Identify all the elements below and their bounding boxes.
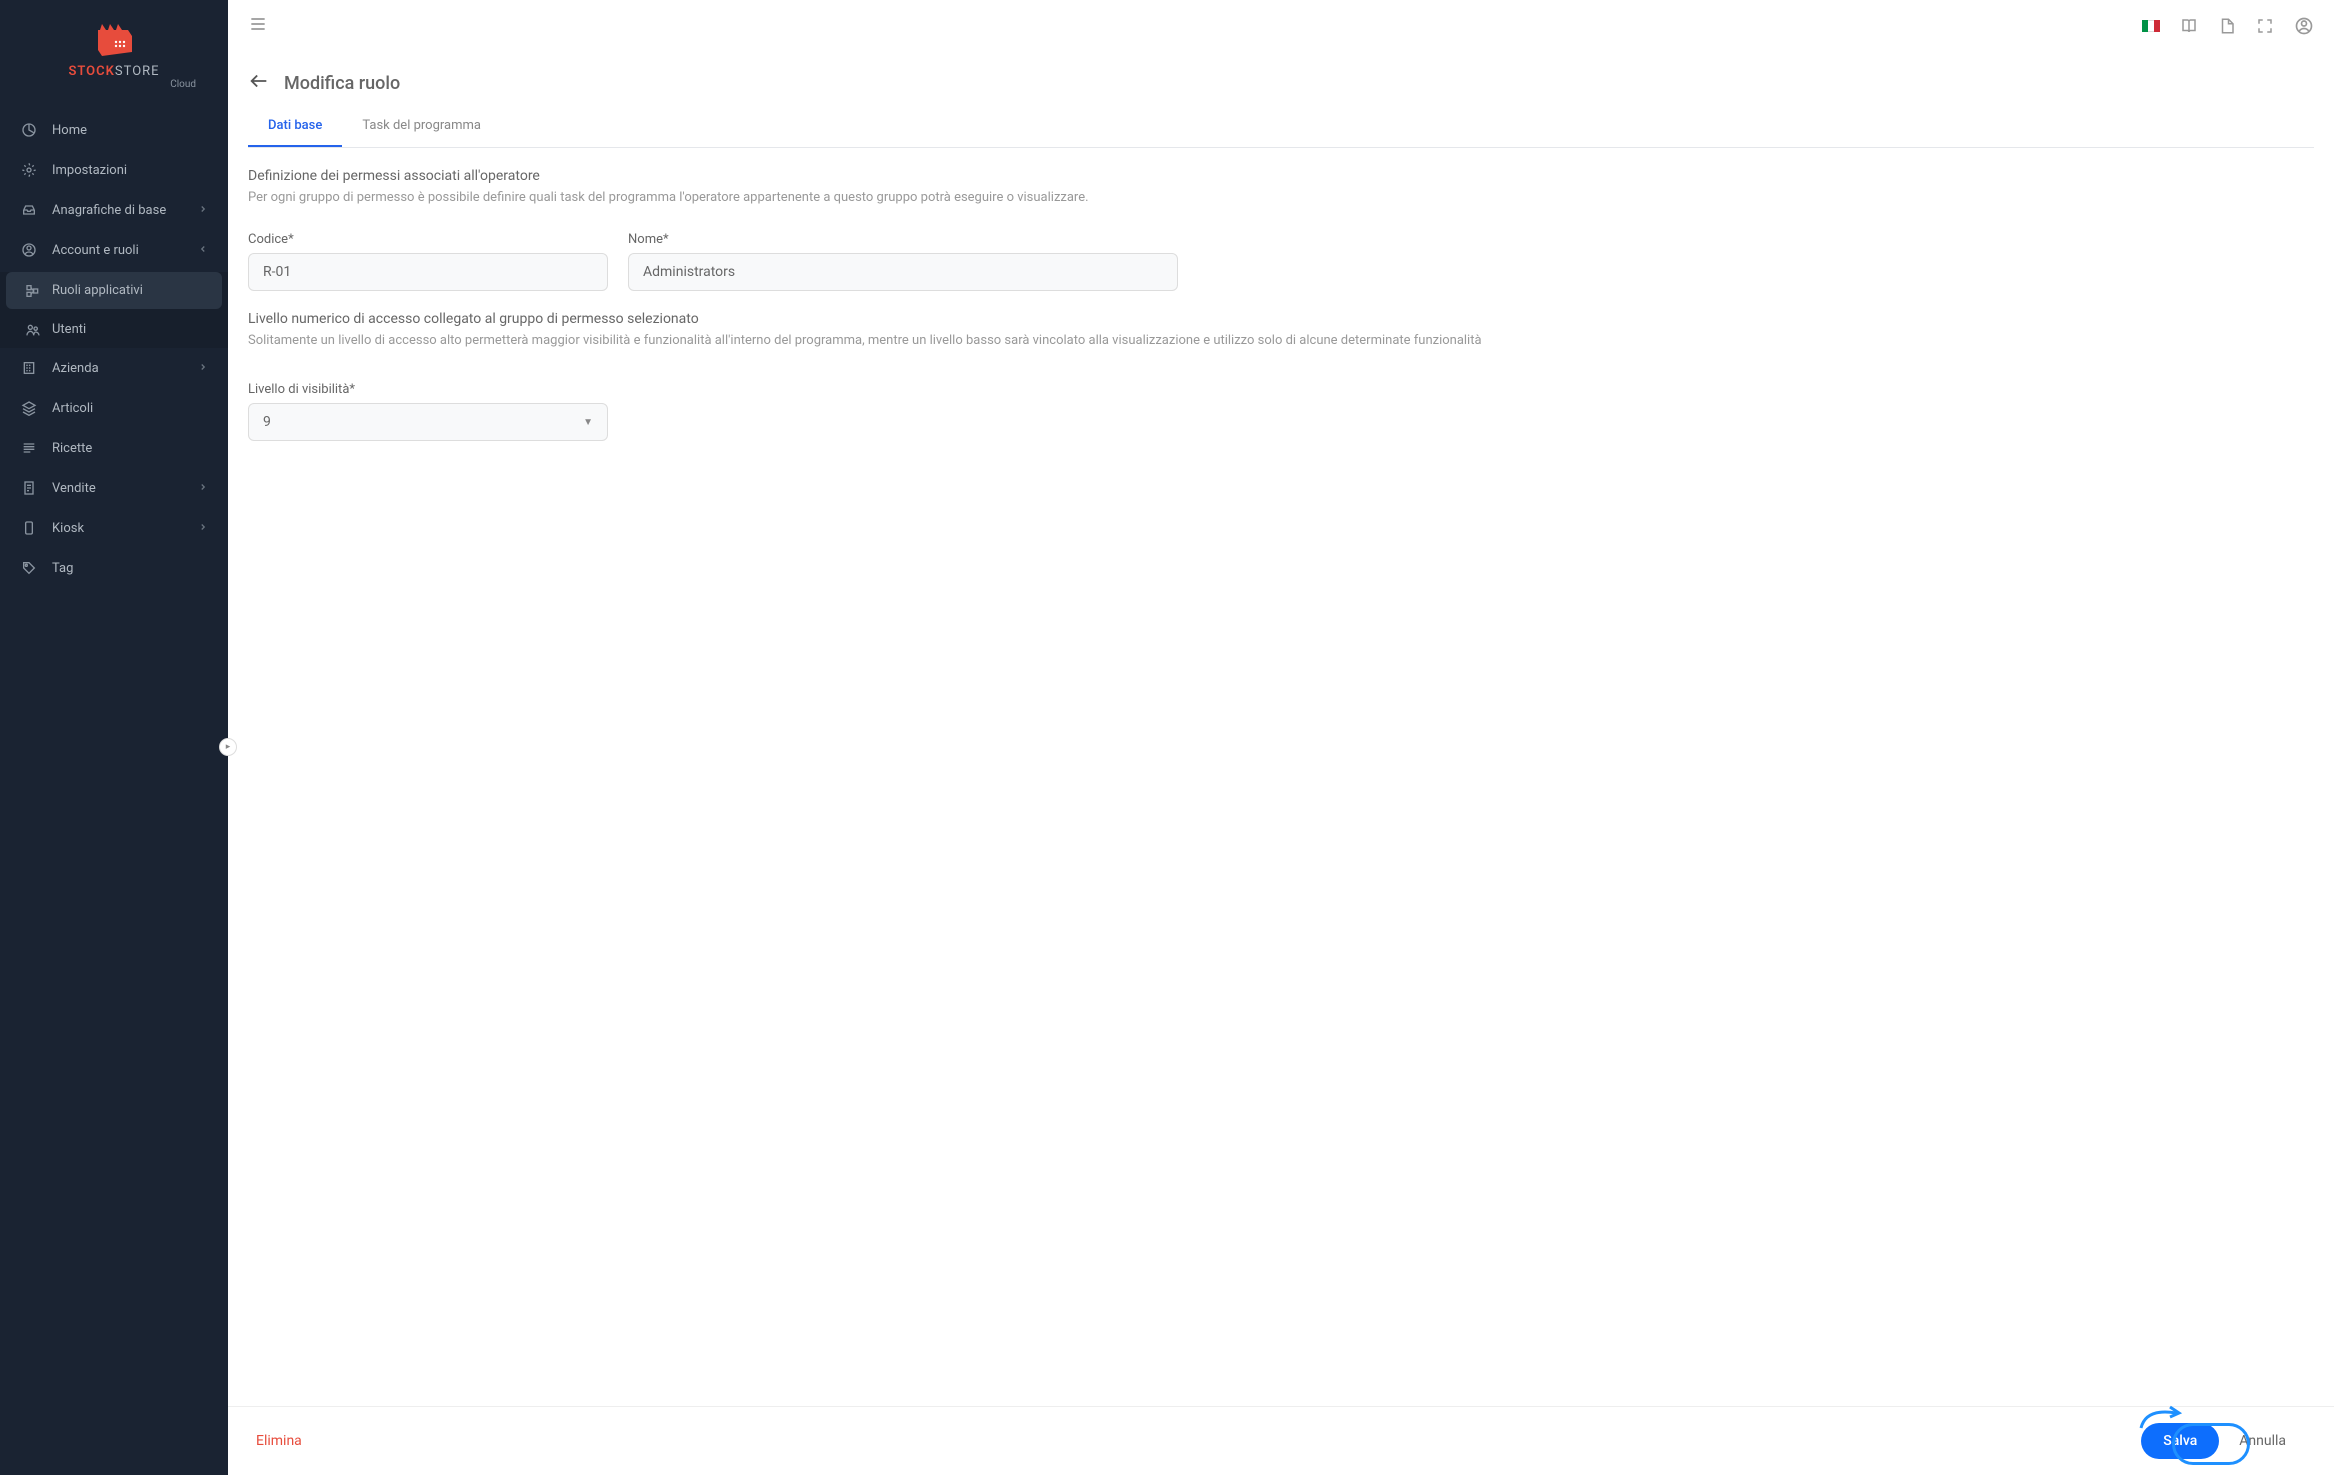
section-title: Livello numerico di accesso collegato al… <box>248 311 2314 327</box>
section-title: Definizione dei permessi associati all'o… <box>248 168 2314 184</box>
sidebar-item-articoli[interactable]: Articoli <box>0 388 228 428</box>
inbox-icon <box>20 201 38 219</box>
layers-icon <box>20 399 38 417</box>
delete-button[interactable]: Elimina <box>256 1433 302 1449</box>
visibilita-select[interactable]: 9 ▼ <box>248 403 608 441</box>
nav-label: Kiosk <box>52 521 198 536</box>
receipt-icon <box>20 479 38 497</box>
subnav-label: Utenti <box>52 322 86 337</box>
pie-icon <box>20 121 38 139</box>
sidebar-item-anagrafiche[interactable]: Anagrafiche di base <box>0 190 228 230</box>
footer: Elimina Salva Annulla <box>228 1406 2334 1475</box>
page-title: Modifica ruolo <box>284 73 400 94</box>
nav-label: Ricette <box>52 441 208 456</box>
chevron-right-icon <box>198 361 208 376</box>
italy-flag-icon <box>2142 20 2160 32</box>
nav-label: Azienda <box>52 361 198 376</box>
codice-input[interactable] <box>248 253 608 291</box>
list-icon <box>20 439 38 457</box>
sidebar-item-home[interactable]: Home <box>0 110 228 150</box>
tablet-icon <box>20 519 38 537</box>
user-circle-icon <box>20 241 38 259</box>
chevron-down-icon: ▼ <box>583 417 593 428</box>
nav-label: Home <box>52 123 208 138</box>
logo[interactable]: STOCKSTORE Cloud <box>0 0 228 100</box>
docs-button[interactable] <box>2180 17 2198 35</box>
building-icon <box>20 359 38 377</box>
select-value: 9 <box>263 414 271 430</box>
chevron-right-icon <box>198 521 208 536</box>
tab-dati-base[interactable]: Dati base <box>248 106 342 147</box>
sidebar-item-account[interactable]: Account e ruoli <box>0 230 228 270</box>
nav-label: Tag <box>52 561 208 576</box>
roles-icon <box>24 282 42 300</box>
sidebar-item-vendite[interactable]: Vendite <box>0 468 228 508</box>
sidebar-item-azienda[interactable]: Azienda <box>0 348 228 388</box>
section-description: Per ogni gruppo di permesso è possibile … <box>248 188 2314 208</box>
subnav-label: Ruoli applicativi <box>52 283 143 298</box>
users-icon <box>24 321 42 339</box>
menu-toggle-button[interactable] <box>248 14 268 38</box>
arrow-left-icon <box>248 70 270 92</box>
nav-label: Anagrafiche di base <box>52 203 198 218</box>
book-icon <box>2180 17 2198 35</box>
sidebar-collapse-button[interactable]: ▸ <box>219 738 237 756</box>
main: ▸ Modifi <box>228 0 2334 1475</box>
theme-button[interactable] <box>2218 17 2236 35</box>
chevron-right-icon <box>198 481 208 496</box>
content: Modifica ruolo Dati base Task del progra… <box>228 52 2334 1406</box>
nav-label: Account e ruoli <box>52 243 198 258</box>
tag-icon <box>20 559 38 577</box>
sidebar-item-kiosk[interactable]: Kiosk <box>0 508 228 548</box>
nome-label: Nome* <box>628 232 1178 247</box>
codice-label: Codice* <box>248 232 608 247</box>
topbar <box>228 0 2334 52</box>
tabs: Dati base Task del programma <box>248 106 2314 148</box>
sidebar-item-impostazioni[interactable]: Impostazioni <box>0 150 228 190</box>
back-button[interactable] <box>248 70 270 96</box>
chevron-right-icon <box>198 203 208 218</box>
gear-icon <box>20 161 38 179</box>
chevron-down-icon <box>198 243 208 258</box>
expand-icon <box>2256 17 2274 35</box>
nav-label: Vendite <box>52 481 198 496</box>
profile-button[interactable] <box>2294 16 2314 36</box>
sidebar-item-tag[interactable]: Tag <box>0 548 228 588</box>
fullscreen-button[interactable] <box>2256 17 2274 35</box>
nome-input[interactable] <box>628 253 1178 291</box>
sidebar-subitem-ruoli[interactable]: Ruoli applicativi <box>6 272 222 309</box>
language-flag-it[interactable] <box>2142 20 2160 32</box>
nav-label: Impostazioni <box>52 163 208 178</box>
section-description: Solitamente un livello di accesso alto p… <box>248 331 2314 351</box>
palette-icon <box>2218 17 2236 35</box>
sidebar: STOCKSTORE Cloud Home Impostazioni Anagr… <box>0 0 228 1475</box>
cancel-button[interactable]: Annulla <box>2219 1423 2306 1459</box>
logo-subtext: Cloud <box>0 79 228 90</box>
tab-task-programma[interactable]: Task del programma <box>342 106 501 147</box>
sidebar-subitem-utenti[interactable]: Utenti <box>0 311 228 348</box>
sidebar-item-ricette[interactable]: Ricette <box>0 428 228 468</box>
logo-text: STOCKSTORE <box>0 64 228 79</box>
visibilita-label: Livello di visibilità* <box>248 382 608 397</box>
logo-icon <box>92 20 136 60</box>
save-button[interactable]: Salva <box>2141 1423 2219 1459</box>
nav: Home Impostazioni Anagrafiche di base Ac… <box>0 100 228 588</box>
user-icon <box>2294 16 2314 36</box>
nav-label: Articoli <box>52 401 208 416</box>
